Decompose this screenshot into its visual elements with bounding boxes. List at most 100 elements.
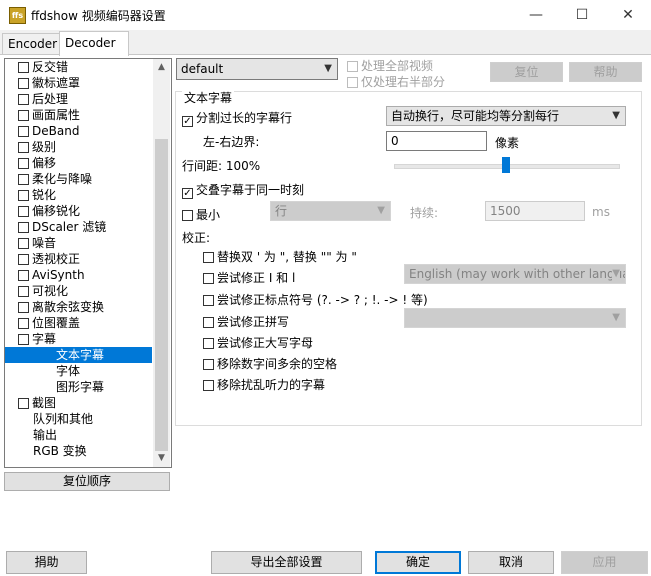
tree-item[interactable]: 反交错 <box>18 59 68 75</box>
tree-item-label: 队列和其他 <box>33 412 94 426</box>
app-icon: ffs <box>9 7 26 24</box>
tree-item[interactable]: 锐化 <box>18 187 56 203</box>
tree-item[interactable]: 柔化与降噪 <box>18 171 92 187</box>
min-unit-select[interactable]: 行 ▼ <box>270 201 391 221</box>
tab-encoder[interactable]: Encoder <box>2 33 62 54</box>
checkbox-icon <box>203 359 214 370</box>
checkbox-icon <box>18 286 29 297</box>
tree-item-label: 级别 <box>32 140 57 154</box>
tree-item[interactable]: 可视化 <box>18 283 68 299</box>
min-checkbox[interactable]: 最小 <box>182 206 220 223</box>
close-button[interactable]: ✕ <box>605 0 651 30</box>
check-icon: ✓ <box>182 116 193 127</box>
tree-item-label: 反交错 <box>32 60 69 74</box>
minimize-button[interactable]: — <box>513 0 559 30</box>
tree-scroll-thumb[interactable] <box>155 139 168 451</box>
tree-item[interactable]: 透视校正 <box>18 251 80 267</box>
checkbox-icon <box>203 252 214 263</box>
tree-item-label: DScaler 滤镜 <box>32 220 107 234</box>
tree-item[interactable]: 画面属性 <box>18 107 80 123</box>
scroll-down-icon[interactable]: ▼ <box>153 450 170 467</box>
remove-hearing-checkbox[interactable]: 移除扰乱听力的字幕 <box>203 376 325 393</box>
checkbox-icon <box>18 254 29 265</box>
fix-caps-checkbox[interactable]: 尝试修正大写字母 <box>203 334 313 351</box>
tab-decoder[interactable]: Decoder <box>59 31 129 56</box>
tree-item[interactable]: 字幕 <box>18 331 56 347</box>
tree-item[interactable]: RGB 变换 <box>33 443 87 459</box>
tree-item[interactable]: 图形字幕 <box>56 379 104 395</box>
checkbox-icon <box>18 78 29 89</box>
fix-il-checkbox[interactable]: 尝试修正 I 和 l <box>203 269 295 286</box>
apply-button[interactable]: 应用 <box>561 551 648 574</box>
tree-item[interactable]: AviSynth <box>18 267 85 283</box>
export-settings-button[interactable]: 导出全部设置 <box>211 551 362 574</box>
tree-item[interactable]: 偏移锐化 <box>18 203 80 219</box>
fix-il-language-select[interactable]: English (may work with other langua ▼ <box>404 264 626 284</box>
tree-item-label: 字体 <box>56 364 81 378</box>
process-right-half-checkbox[interactable]: 仅处理右半部分 <box>347 73 445 90</box>
checkbox-icon <box>203 338 214 349</box>
chevron-down-icon: ▼ <box>377 205 385 216</box>
tree-item[interactable]: 截图 <box>18 395 56 411</box>
tree-item[interactable]: 离散余弦变换 <box>18 299 104 315</box>
tree-item[interactable]: 徽标遮罩 <box>18 75 80 91</box>
tree-item-label: 徽标遮罩 <box>32 76 81 90</box>
checkbox-icon <box>203 317 214 328</box>
checkbox-icon <box>18 94 29 105</box>
tree-item[interactable]: 偏移 <box>18 155 56 171</box>
checkbox-icon <box>18 110 29 121</box>
checkbox-icon <box>347 77 358 88</box>
duration-input[interactable]: 1500 <box>485 201 585 221</box>
tree-item[interactable]: 文本字幕 <box>56 347 105 363</box>
preset-select[interactable]: default ▼ <box>176 58 338 80</box>
fix-spelling-checkbox[interactable]: 尝试修正拼写 <box>203 313 289 330</box>
tree-item[interactable]: 输出 <box>33 427 57 443</box>
donate-button[interactable]: 捐助 <box>6 551 87 574</box>
tree-item-label: AviSynth <box>32 268 85 282</box>
cancel-button[interactable]: 取消 <box>468 551 554 574</box>
duration-unit: ms <box>592 205 610 219</box>
margin-input[interactable]: 0 <box>386 131 487 151</box>
filter-tree[interactable]: 反交错徽标遮罩 后处理 画面属性 DeBand 级别 偏移 柔化与降噪 锐化 偏移锐化 DScal… <box>4 58 172 468</box>
checkbox-icon <box>203 295 214 306</box>
tree-item[interactable]: 队列和其他 <box>33 411 93 427</box>
tree-item[interactable]: 级别 <box>18 139 56 155</box>
tree-item[interactable]: DeBand <box>18 123 79 139</box>
tree-item-label: 可视化 <box>32 284 69 298</box>
margin-unit: 像素 <box>495 136 520 150</box>
line-spacing-slider-thumb[interactable] <box>502 157 510 173</box>
fix-punctuation-checkbox[interactable]: 尝试修正标点符号 (?. -> ? ; !. -> ! 等) <box>203 291 428 308</box>
spelling-language-select[interactable]: ▼ <box>404 308 626 328</box>
tree-item[interactable]: 后处理 <box>18 91 68 107</box>
tree-item-label: 离散余弦变换 <box>32 300 105 314</box>
tree-item[interactable]: 字体 <box>56 363 80 379</box>
scroll-up-icon[interactable]: ▲ <box>153 59 170 76</box>
split-long-lines-checkbox[interactable]: ✓ 分割过长的字幕行 <box>182 109 292 127</box>
tree-item[interactable]: 噪音 <box>18 235 56 251</box>
tree-item-label: 输出 <box>33 428 58 442</box>
overlap-checkbox[interactable]: ✓ 交叠字幕于同一时刻 <box>182 181 304 199</box>
reset-button[interactable]: 复位 <box>490 62 563 82</box>
split-mode-select[interactable]: 自动换行，尽可能均等分割每行 ▼ <box>386 106 626 126</box>
checkbox-icon <box>18 190 29 201</box>
tree-item[interactable]: DScaler 滤镜 <box>18 219 106 235</box>
checkbox-icon <box>18 334 29 345</box>
checkbox-icon <box>18 142 29 153</box>
replace-quotes-checkbox[interactable]: 替换双 ' 为 ", 替换 "" 为 " <box>203 248 357 265</box>
duration-label: 持续: <box>410 206 439 220</box>
checkbox-icon <box>18 126 29 137</box>
process-all-checkbox[interactable]: 处理全部视频 <box>347 57 433 74</box>
chevron-down-icon: ▼ <box>324 63 332 74</box>
help-button[interactable]: 帮助 <box>569 62 642 82</box>
reset-order-button[interactable]: 复位顺序 <box>4 472 170 491</box>
correction-label: 校正: <box>182 231 211 245</box>
checkbox-icon <box>347 61 358 72</box>
window-title: ffdshow 视频编码器设置 <box>31 9 166 23</box>
tree-item-label: 图形字幕 <box>56 380 105 394</box>
tree-item-label: 截图 <box>32 396 57 410</box>
tree-item-label: RGB 变换 <box>33 444 87 458</box>
maximize-button[interactable]: ☐ <box>559 0 605 30</box>
ok-button[interactable]: 确定 <box>375 551 461 574</box>
remove-digit-spaces-checkbox[interactable]: 移除数字间多余的空格 <box>203 355 337 372</box>
tree-item[interactable]: 位图覆盖 <box>18 315 80 331</box>
